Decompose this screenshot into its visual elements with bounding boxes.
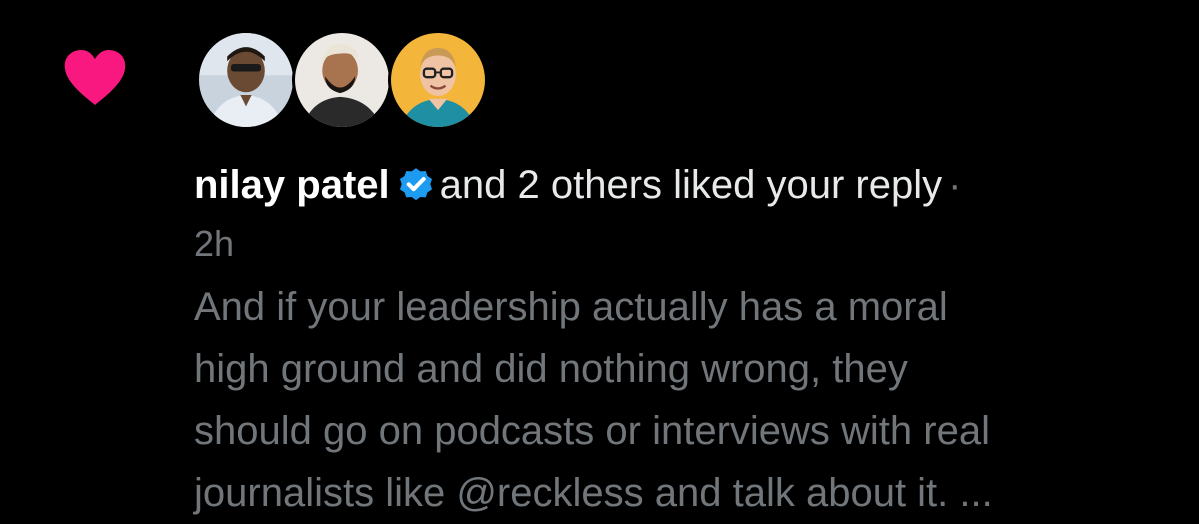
action-text: and 2 others liked your reply [439,163,943,207]
heart-icon [64,50,126,105]
like-notification[interactable]: nilay patel and 2 others liked your repl… [0,0,1199,520]
notification-headline: nilay patel and 2 others liked your repl… [194,160,1174,210]
avatar[interactable] [196,30,296,130]
avatar-photo-man-beard [295,33,389,127]
timestamp[interactable]: 2h [194,222,234,266]
avatar[interactable] [388,30,488,130]
reply-preview-text[interactable]: And if your leadership actually has a mo… [194,276,1184,524]
avatar-photo-man-glasses [391,33,485,127]
liker-avatars [196,30,496,130]
verified-badge-icon [399,168,432,201]
separator-dot: · [948,163,962,207]
actor-name-link[interactable]: nilay patel [194,163,390,207]
avatar[interactable] [292,30,392,130]
avatar-photo-man-sunglasses [199,33,293,127]
